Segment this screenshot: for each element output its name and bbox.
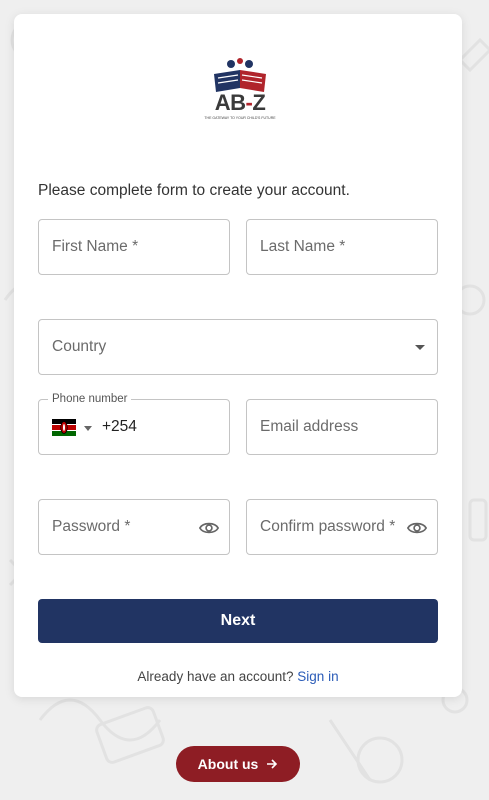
signup-card: AB-Z THE GATEWAY TO YOUR CHILD'S FUTURE … bbox=[14, 14, 462, 697]
password-field[interactable]: Password * bbox=[38, 499, 230, 555]
phone-dial-code[interactable]: +254 bbox=[102, 418, 137, 436]
country-select[interactable]: Country bbox=[38, 319, 438, 375]
logo-wordmark: AB-Z bbox=[214, 90, 266, 115]
signin-prompt-text: Already have an account? bbox=[137, 669, 294, 684]
first-name-field[interactable]: First Name * bbox=[38, 219, 230, 275]
caret-down-icon bbox=[415, 345, 425, 350]
phone-number-label: Phone number bbox=[48, 392, 132, 406]
eye-icon[interactable] bbox=[199, 518, 219, 538]
arrow-right-icon bbox=[267, 759, 278, 769]
email-label: Email address bbox=[260, 418, 359, 435]
email-field[interactable]: Email address bbox=[246, 399, 438, 455]
last-name-label: Last Name * bbox=[260, 238, 346, 255]
form-intro-text: Please complete form to create your acco… bbox=[38, 182, 350, 199]
first-name-label: First Name * bbox=[52, 238, 139, 255]
confirm-password-label: Confirm password * bbox=[260, 518, 396, 535]
password-label: Password * bbox=[52, 518, 131, 535]
confirm-password-field[interactable]: Confirm password * bbox=[246, 499, 438, 555]
eye-icon[interactable] bbox=[407, 518, 427, 538]
logo-tagline: THE GATEWAY TO YOUR CHILD'S FUTURE bbox=[204, 116, 276, 120]
phone-number-field[interactable]: Phone number +254 bbox=[38, 392, 230, 455]
country-code-caret-icon[interactable] bbox=[84, 426, 92, 431]
about-us-button[interactable]: About us bbox=[176, 746, 300, 782]
country-label: Country bbox=[52, 338, 107, 355]
abz-logo: AB-Z THE GATEWAY TO YOUR CHILD'S FUTURE bbox=[200, 56, 280, 136]
about-us-label: About us bbox=[197, 756, 259, 772]
kenya-flag-icon[interactable] bbox=[52, 419, 76, 436]
next-button[interactable]: Next bbox=[38, 599, 438, 643]
signin-prompt: Already have an account? Sign in bbox=[14, 669, 462, 684]
last-name-field[interactable]: Last Name * bbox=[246, 219, 438, 275]
signin-link[interactable]: Sign in bbox=[297, 669, 338, 684]
